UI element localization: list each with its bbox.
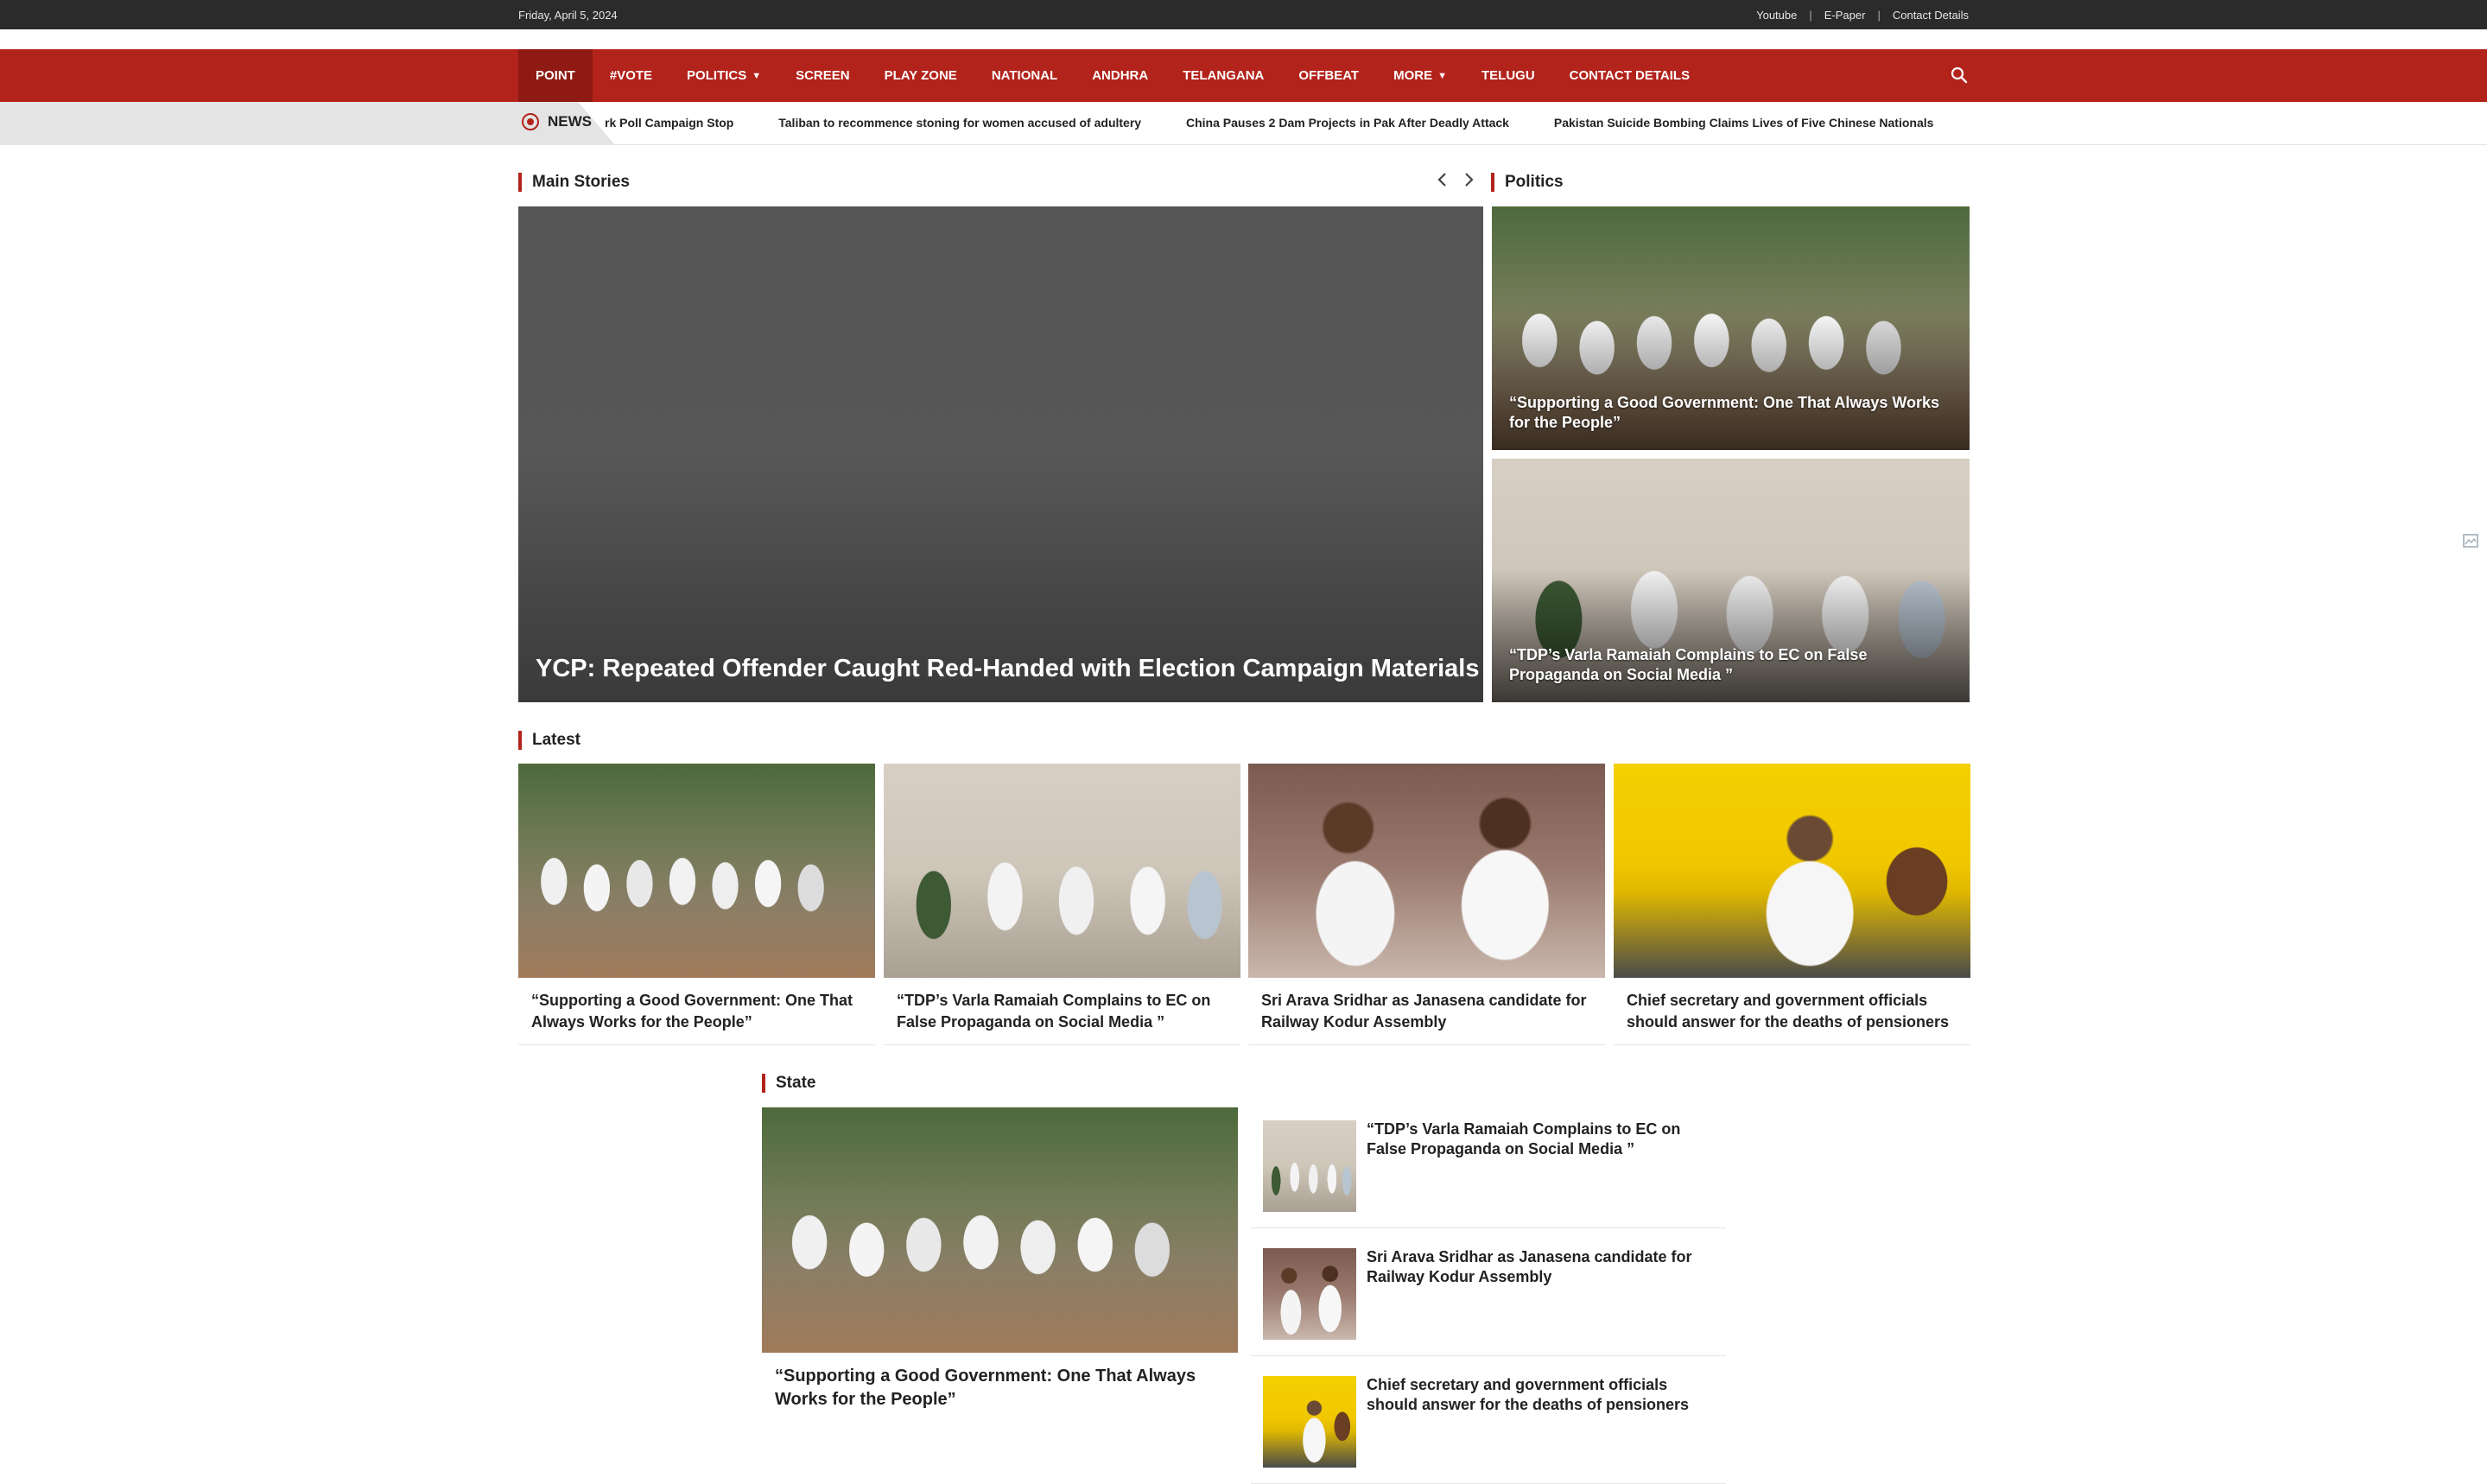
nav-label: TELUGU bbox=[1481, 68, 1535, 83]
state-heading: State bbox=[762, 1074, 815, 1093]
latest-card[interactable]: “TDP’s Varla Ramaiah Complains to EC on … bbox=[884, 764, 1240, 1045]
latest-heading: Latest bbox=[518, 731, 581, 750]
caret-down-icon: ▼ bbox=[752, 70, 762, 81]
latest-card-image[interactable] bbox=[1248, 764, 1605, 978]
epaper-link[interactable]: E-Paper bbox=[1824, 9, 1866, 22]
nav-item-andhra[interactable]: ANDHRA bbox=[1075, 49, 1165, 102]
latest-card[interactable]: Chief secretary and government officials… bbox=[1614, 764, 1970, 1045]
nav-label: #VOTE bbox=[609, 68, 653, 83]
state-list-item[interactable]: Chief secretary and government officials… bbox=[1251, 1363, 1726, 1484]
state-item-title[interactable]: Chief secretary and government officials… bbox=[1367, 1375, 1712, 1415]
latest-card-title[interactable]: Sri Arava Sridhar as Janasena candidate … bbox=[1261, 990, 1595, 1033]
state-item-title[interactable]: “TDP’s Varla Ramaiah Complains to EC on … bbox=[1367, 1119, 1712, 1159]
state-item-title[interactable]: Sri Arava Sridhar as Janasena candidate … bbox=[1367, 1247, 1712, 1287]
nav-item-more[interactable]: MORE ▼ bbox=[1376, 49, 1464, 102]
caret-down-icon: ▼ bbox=[1437, 70, 1447, 81]
nav-label: TELANGANA bbox=[1183, 68, 1265, 83]
search-icon[interactable] bbox=[1950, 66, 1969, 85]
ticker-items: rk Poll Campaign Stop Taliban to recomme… bbox=[605, 116, 1942, 130]
state-item-thumbnail[interactable] bbox=[1263, 1120, 1356, 1212]
main-nav: POINT #VOTE POLITICS ▼ SCREEN PLAY ZONE N… bbox=[0, 49, 2487, 102]
state-main-image[interactable] bbox=[762, 1107, 1238, 1353]
separator: | bbox=[1877, 9, 1881, 22]
politics-story-title[interactable]: “TDP’s Varla Ramaiah Complains to EC on … bbox=[1509, 645, 1952, 685]
politics-story-image[interactable]: “TDP’s Varla Ramaiah Complains to EC on … bbox=[1492, 459, 1970, 702]
state-list-item[interactable]: “TDP’s Varla Ramaiah Complains to EC on … bbox=[1251, 1107, 1726, 1228]
nav-label: PLAY ZONE bbox=[884, 68, 957, 83]
carousel-controls bbox=[1436, 169, 1475, 190]
chevron-right-icon[interactable] bbox=[1462, 169, 1475, 190]
state-main-title[interactable]: “Supporting a Good Government: One That … bbox=[775, 1365, 1228, 1411]
ticker-item[interactable]: rk Poll Campaign Stop bbox=[605, 116, 733, 130]
news-ticker: NEWS rk Poll Campaign Stop Taliban to re… bbox=[0, 102, 2487, 145]
nav-label: CONTACT DETAILS bbox=[1569, 68, 1691, 83]
main-story-title[interactable]: YCP: Repeated Offender Caught Red-Handed… bbox=[536, 655, 1479, 683]
main-stories-heading: Main Stories bbox=[518, 173, 630, 192]
contact-details-link[interactable]: Contact Details bbox=[1893, 9, 1969, 22]
politics-heading: Politics bbox=[1491, 173, 1564, 192]
youtube-link[interactable]: Youtube bbox=[1756, 9, 1797, 22]
nav-item-screen[interactable]: SCREEN bbox=[778, 49, 867, 102]
ticker-item[interactable]: China Pauses 2 Dam Projects in Pak After… bbox=[1186, 116, 1509, 130]
latest-card-image[interactable] bbox=[518, 764, 875, 978]
latest-card-title[interactable]: “Supporting a Good Government: One That … bbox=[531, 990, 865, 1033]
chevron-left-icon[interactable] bbox=[1436, 169, 1450, 190]
nav-label: MORE bbox=[1393, 68, 1433, 83]
nav-label: OFFBEAT bbox=[1298, 68, 1360, 83]
latest-card-title[interactable]: “TDP’s Varla Ramaiah Complains to EC on … bbox=[897, 990, 1230, 1033]
state-main-story[interactable]: “Supporting a Good Government: One That … bbox=[762, 1107, 1238, 1409]
politics-story-title[interactable]: “Supporting a Good Government: One That … bbox=[1509, 393, 1952, 433]
nav-item-national[interactable]: NATIONAL bbox=[974, 49, 1075, 102]
ticker-item[interactable]: Pakistan Suicide Bombing Claims Lives of… bbox=[1554, 116, 1934, 130]
ticker-label-text: NEWS bbox=[548, 113, 592, 130]
separator: | bbox=[1809, 9, 1812, 22]
nav-label: NATIONAL bbox=[991, 68, 1058, 83]
latest-card[interactable]: “Supporting a Good Government: One That … bbox=[518, 764, 875, 1045]
nav-label: POINT bbox=[536, 68, 575, 83]
nav-item-telugu[interactable]: TELUGU bbox=[1464, 49, 1552, 102]
state-item-thumbnail[interactable] bbox=[1263, 1248, 1356, 1340]
top-links: Youtube | E-Paper | Contact Details bbox=[1756, 9, 1969, 22]
nav-item-contact-details[interactable]: CONTACT DETAILS bbox=[1552, 49, 1707, 102]
latest-card[interactable]: Sri Arava Sridhar as Janasena candidate … bbox=[1248, 764, 1605, 1045]
latest-card-image[interactable] bbox=[884, 764, 1240, 978]
nav-item-politics[interactable]: POLITICS ▼ bbox=[669, 49, 778, 102]
current-date: Friday, April 5, 2024 bbox=[518, 9, 618, 22]
broken-image-icon[interactable] bbox=[2462, 532, 2479, 549]
latest-card-title[interactable]: Chief secretary and government officials… bbox=[1627, 990, 1960, 1033]
nav-item-vote[interactable]: #VOTE bbox=[593, 49, 669, 102]
nav-item-telangana[interactable]: TELANGANA bbox=[1165, 49, 1281, 102]
latest-card-image[interactable] bbox=[1614, 764, 1970, 978]
ticker-label: NEWS bbox=[522, 113, 592, 130]
nav-label: POLITICS bbox=[687, 68, 747, 83]
main-story-slide[interactable]: YCP: Repeated Offender Caught Red-Handed… bbox=[518, 206, 1483, 702]
nav-item-point[interactable]: POINT bbox=[518, 49, 593, 102]
ticker-item[interactable]: Taliban to recommence stoning for women … bbox=[778, 116, 1141, 130]
politics-story-image[interactable]: “Supporting a Good Government: One That … bbox=[1492, 206, 1970, 450]
live-dot-icon bbox=[522, 113, 539, 130]
nav-label: SCREEN bbox=[796, 68, 850, 83]
state-item-thumbnail[interactable] bbox=[1263, 1376, 1356, 1468]
nav-item-play-zone[interactable]: PLAY ZONE bbox=[867, 49, 974, 102]
nav-label: ANDHRA bbox=[1092, 68, 1149, 83]
nav-item-offbeat[interactable]: OFFBEAT bbox=[1281, 49, 1376, 102]
nav-menu: POINT #VOTE POLITICS ▼ SCREEN PLAY ZONE N… bbox=[518, 49, 1707, 102]
state-list-item[interactable]: Sri Arava Sridhar as Janasena candidate … bbox=[1251, 1235, 1726, 1356]
top-bar: Friday, April 5, 2024 Youtube | E-Paper … bbox=[0, 0, 2487, 29]
